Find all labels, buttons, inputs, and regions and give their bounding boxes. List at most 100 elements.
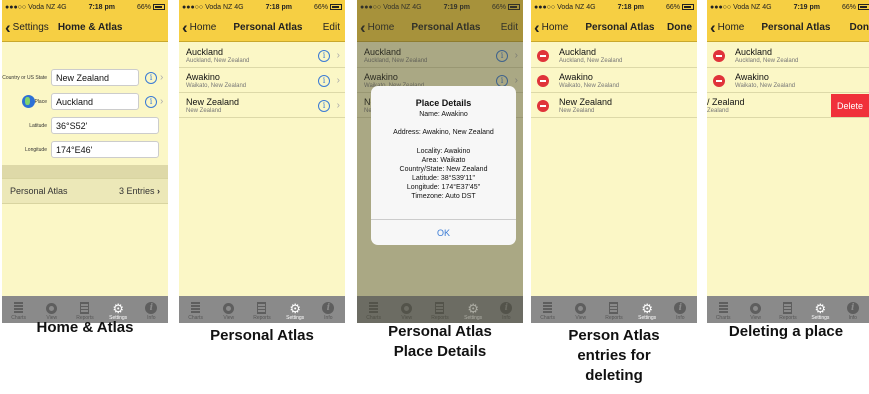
nav-title: Personal Atlas — [585, 22, 655, 33]
list-item[interactable]: Awakino Waikato, New Zealand — [707, 69, 869, 93]
info-icon[interactable]: i — [318, 75, 330, 87]
delete-circle-icon[interactable] — [713, 50, 725, 62]
eye-icon — [223, 302, 235, 314]
tab-info[interactable]: i Info — [838, 301, 868, 321]
tab-charts[interactable]: Charts — [708, 301, 738, 321]
tab-view[interactable]: View — [566, 301, 596, 321]
chevron-right-icon: › — [336, 50, 340, 61]
place-info-icon[interactable]: i — [145, 95, 157, 108]
personal-atlas-row[interactable]: Personal Atlas 3 Entries › — [2, 178, 168, 204]
screen-place-details: ●●●○○ Voda NZ 4G 7:19 pm 66% ‹ Home Pers… — [357, 0, 523, 323]
back-button[interactable]: ‹ Home — [179, 19, 216, 36]
latitude-field[interactable]: 36°S52' — [51, 117, 159, 134]
globe-icon[interactable] — [22, 95, 35, 108]
back-button[interactable]: ‹ Home — [707, 19, 744, 36]
caption-entries-deleting: Person Atlas entries for deleting — [531, 326, 697, 386]
info-icon[interactable]: i — [318, 50, 330, 62]
tab-view[interactable]: View — [741, 301, 771, 321]
tab-view[interactable]: View — [214, 301, 244, 321]
place-row: Place Auckland i › — [2, 93, 168, 110]
caption-line: Home & Atlas — [36, 319, 134, 336]
delete-circle-icon[interactable] — [537, 100, 549, 112]
latitude-row: Latitude 36°S52' — [2, 117, 168, 134]
personal-atlas-label: Personal Atlas — [10, 186, 68, 196]
delete-circle-icon[interactable] — [713, 75, 725, 87]
tab-label: Info — [324, 315, 333, 321]
list-item[interactable]: New Zealand New Zealand i › — [179, 94, 345, 118]
place-name: Awakino — [186, 72, 220, 82]
tab-reports[interactable]: Reports — [773, 301, 803, 321]
nav-bar: ‹ Settings Home & Atlas — [2, 14, 168, 42]
info-icon: i — [846, 302, 859, 314]
reports-icon — [609, 302, 619, 314]
detail-name: Name: Awakino — [419, 111, 468, 118]
place-field[interactable]: Auckland — [51, 93, 139, 110]
eye-icon — [750, 302, 762, 314]
battery-indicator: 66% — [137, 4, 165, 11]
longitude-field[interactable]: 174°E46' — [51, 141, 159, 158]
done-button[interactable]: Don — [850, 22, 869, 33]
reports-icon — [783, 302, 793, 314]
list-item[interactable]: Awakino Waikato, New Zealand — [531, 69, 697, 93]
caption-line: Deleting a place — [728, 323, 844, 340]
delete-circle-icon[interactable] — [537, 50, 549, 62]
tab-label: Info — [848, 315, 857, 321]
time-label: 7:18 pm — [617, 3, 645, 11]
back-label: Settings — [12, 22, 49, 33]
chevron-left-icon: ‹ — [182, 18, 188, 37]
list-item-swiped[interactable]: / Zealand Zealand Delete — [707, 94, 869, 118]
tab-info[interactable]: i Info — [313, 301, 343, 321]
chevron-right-icon: › — [160, 96, 164, 107]
tab-charts[interactable]: Charts — [181, 301, 211, 321]
longitude-label: Longitude — [25, 146, 47, 153]
list-item[interactable]: Auckland Auckland, New Zealand — [707, 44, 869, 68]
battery-indicator: 66% — [314, 4, 342, 11]
edit-button[interactable]: Edit — [323, 22, 340, 33]
chevron-left-icon: ‹ — [5, 18, 11, 37]
caption-deleting-place: Deleting a place — [703, 322, 869, 342]
tab-settings[interactable]: ⚙ Settings — [632, 301, 662, 322]
info-icon[interactable]: i — [318, 100, 330, 112]
list-item[interactable]: Auckland Auckland, New Zealand i › — [179, 44, 345, 68]
place-region: Zealand — [707, 108, 729, 114]
tab-charts[interactable]: Charts — [533, 301, 563, 321]
status-bar: ●●●○○ Voda NZ 4G 7:18 pm 66% — [179, 0, 345, 14]
screen-atlas-editing: ●●●○○ Voda NZ 4G 7:18 pm 66% ‹ Home Pers… — [531, 0, 697, 323]
country-info-icon[interactable]: i — [145, 71, 157, 84]
info-icon: i — [145, 302, 158, 314]
delete-button[interactable]: Delete — [831, 94, 869, 117]
chevron-right-icon: › — [336, 100, 340, 111]
tab-label: Reports — [779, 315, 797, 321]
nav-title: Personal Atlas — [761, 22, 831, 33]
caption-line: Personal Atlas — [388, 323, 492, 340]
caption-home-atlas: Home & Atlas — [2, 318, 168, 338]
tab-reports[interactable]: Reports — [599, 301, 629, 321]
tab-info[interactable]: i Info — [665, 301, 695, 321]
place-name: Auckland — [735, 47, 773, 57]
tab-settings[interactable]: ⚙ Settings — [280, 301, 310, 322]
delete-circle-icon[interactable] — [537, 75, 549, 87]
back-button[interactable]: ‹ Home — [531, 19, 568, 36]
battery-indicator: 66% — [842, 4, 869, 11]
country-field[interactable]: New Zealand — [51, 69, 139, 86]
gear-icon: ⚙ — [814, 300, 827, 316]
nav-bar: ‹ Home Personal Atlas Don — [707, 14, 869, 42]
list-item[interactable]: Awakino Waikato, New Zealand i › — [179, 69, 345, 93]
done-button[interactable]: Done — [667, 22, 692, 33]
list-item[interactable]: New Zealand New Zealand — [531, 94, 697, 118]
back-label: Home — [541, 22, 569, 33]
detail-timezone: Timezone: Auto DST — [411, 193, 476, 200]
tab-label: Charts — [188, 315, 203, 321]
tab-bar: Charts View Reports ⚙ Settings i Info — [531, 296, 697, 323]
place-name: Auckland — [559, 47, 597, 57]
battery-icon — [153, 4, 165, 10]
tab-label: View — [223, 315, 235, 321]
tab-label: Reports — [605, 315, 623, 321]
list-item[interactable]: Auckland Auckland, New Zealand — [531, 44, 697, 68]
status-bar: ●●●○○ Voda NZ 4G 7:19 pm 66% — [707, 0, 869, 14]
tab-settings[interactable]: ⚙ Settings — [805, 300, 835, 322]
tab-reports[interactable]: Reports — [247, 301, 277, 321]
tab-label: View — [575, 315, 587, 321]
ok-button[interactable]: OK — [371, 219, 516, 245]
back-button[interactable]: ‹ Settings — [2, 19, 49, 36]
